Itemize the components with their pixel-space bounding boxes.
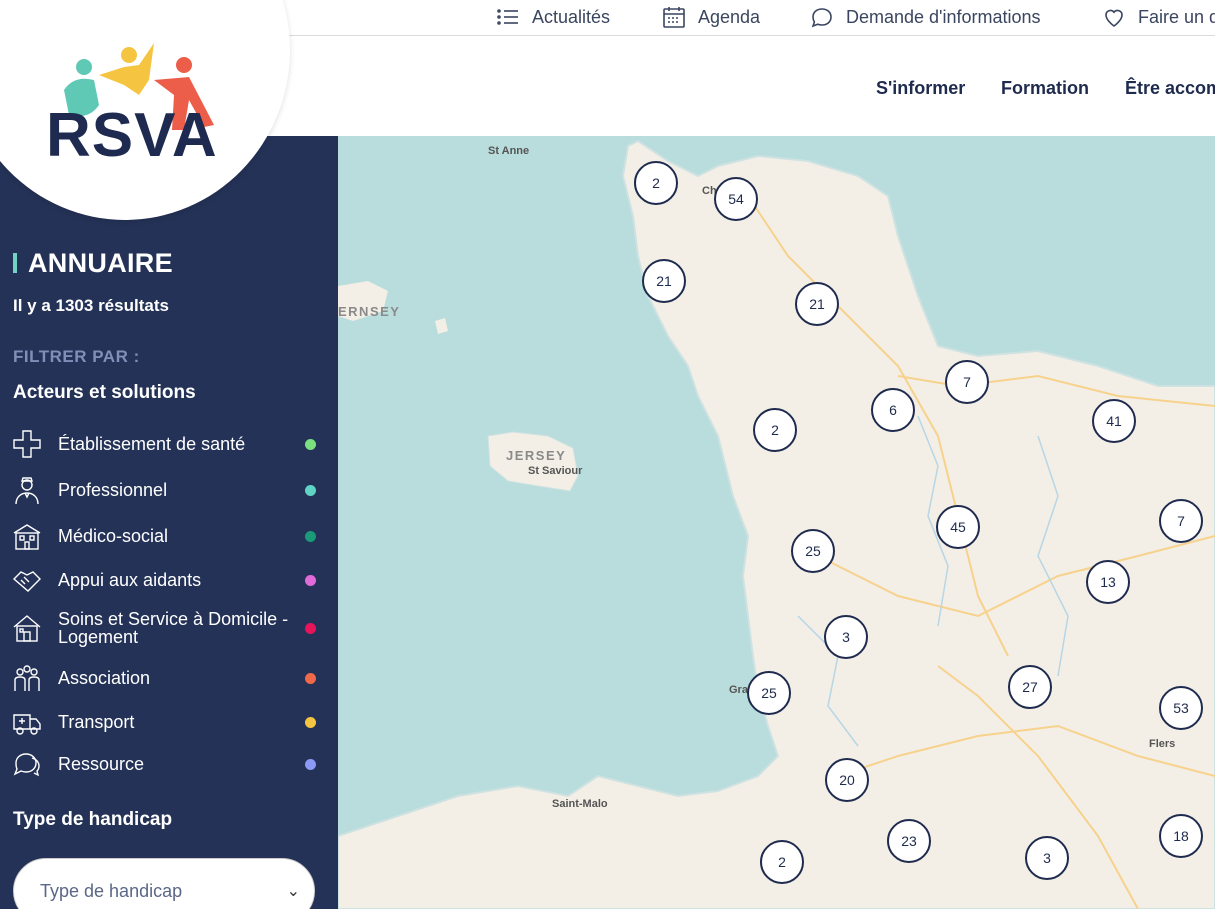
place-label: Saint-Malo bbox=[552, 798, 608, 810]
top-link-actualites[interactable]: Actualités bbox=[496, 5, 610, 29]
place-label: St Saviour bbox=[528, 465, 583, 477]
place-label: Flers bbox=[1149, 738, 1176, 750]
category-color-dot bbox=[305, 574, 316, 586]
map-cluster[interactable]: 3 bbox=[824, 615, 868, 659]
map-cluster[interactable]: 21 bbox=[642, 259, 686, 303]
map-cluster[interactable]: 3 bbox=[1025, 836, 1069, 880]
category-medico-social[interactable]: Médico-social bbox=[10, 519, 328, 553]
place-label: Gra bbox=[729, 684, 748, 696]
categories-title: Acteurs et solutions bbox=[13, 382, 196, 403]
category-label: Appui aux aidants bbox=[58, 570, 202, 590]
building-icon bbox=[10, 519, 44, 553]
page: Actualités Agenda Demande d'informations… bbox=[0, 0, 1215, 909]
map-cluster[interactable]: 54 bbox=[714, 177, 758, 221]
map-background bbox=[338, 139, 1215, 909]
nav-etre-accompagne[interactable]: Être accom bbox=[1125, 78, 1215, 99]
results-count: Il y a 1303 résultats bbox=[13, 296, 169, 315]
map-cluster[interactable]: 45 bbox=[936, 505, 980, 549]
map[interactable]: St Anne ERNSEY JERSEY St Saviour Saint-M… bbox=[338, 136, 1215, 909]
category-etablissement-sante[interactable]: Établissement de santé bbox=[10, 427, 328, 461]
people-icon bbox=[10, 661, 44, 695]
category-association[interactable]: Association bbox=[10, 661, 328, 695]
handicap-title: Type de handicap bbox=[13, 809, 173, 830]
calendar-icon bbox=[663, 7, 685, 28]
map-cluster[interactable]: 2 bbox=[753, 408, 797, 452]
map-cluster[interactable]: 6 bbox=[871, 388, 915, 432]
top-link-don[interactable]: Faire un d bbox=[1102, 5, 1215, 29]
top-link-label: Demande d'informations bbox=[846, 6, 1041, 27]
map-cluster[interactable]: 41 bbox=[1092, 399, 1136, 443]
logo-text: RSVA bbox=[46, 101, 218, 170]
nav-formation[interactable]: Formation bbox=[1001, 78, 1089, 99]
map-cluster[interactable]: 7 bbox=[945, 360, 989, 404]
filter-label: FILTRER PAR : bbox=[13, 347, 140, 366]
map-cluster[interactable]: 27 bbox=[1008, 665, 1052, 709]
handshake-icon bbox=[10, 563, 44, 597]
category-label: Médico-social bbox=[58, 526, 169, 546]
category-label: Soins et Service à Domicile - Logement bbox=[58, 609, 289, 647]
map-cluster[interactable]: 2 bbox=[634, 161, 678, 205]
category-professionnel[interactable]: Professionnel bbox=[10, 473, 328, 507]
category-color-dot bbox=[305, 484, 316, 496]
category-label: Établissement de santé bbox=[58, 434, 246, 454]
map-cluster[interactable]: 18 bbox=[1159, 814, 1203, 858]
category-label: Professionnel bbox=[58, 480, 168, 500]
map-cluster[interactable]: 21 bbox=[795, 282, 839, 326]
top-link-label: Actualités bbox=[532, 6, 611, 27]
chat-icon bbox=[811, 8, 832, 28]
map-cluster[interactable]: 53 bbox=[1159, 686, 1203, 730]
map-cluster[interactable]: 13 bbox=[1086, 560, 1130, 604]
health-cross-icon bbox=[10, 427, 44, 461]
category-color-dot bbox=[305, 438, 316, 450]
top-link-demande[interactable]: Demande d'informations bbox=[810, 5, 1041, 29]
sidebar: ANNUAIRE Il y a 1303 résultats FILTRER P… bbox=[0, 136, 338, 909]
speech-bubbles-icon bbox=[10, 747, 44, 781]
map-cluster[interactable]: 7 bbox=[1159, 499, 1203, 543]
nav-sinformer[interactable]: S'informer bbox=[876, 78, 965, 99]
list-icon bbox=[497, 9, 518, 25]
map-cluster[interactable]: 20 bbox=[825, 758, 869, 802]
title-accent-bar bbox=[13, 253, 17, 273]
category-color-dot bbox=[305, 716, 316, 728]
handicap-select[interactable]: Type de handicap ⌄ bbox=[13, 858, 315, 909]
handicap-select-value: Type de handicap bbox=[40, 880, 183, 901]
chevron-down-icon: ⌄ bbox=[286, 883, 300, 900]
nurse-icon bbox=[10, 473, 44, 507]
heart-icon bbox=[1105, 9, 1123, 27]
category-soins-domicile[interactable]: Soins et Service à Domicile - Logement bbox=[10, 610, 328, 646]
category-color-dot bbox=[305, 758, 316, 770]
sidebar-title: ANNUAIRE bbox=[28, 248, 173, 278]
category-transport[interactable]: Transport bbox=[10, 705, 328, 739]
map-cluster[interactable]: 2 bbox=[760, 840, 804, 884]
ambulance-icon bbox=[10, 705, 44, 739]
category-color-dot bbox=[305, 622, 316, 634]
top-link-label: Agenda bbox=[698, 6, 761, 27]
category-ressource[interactable]: Ressource bbox=[10, 747, 328, 781]
place-label: ERNSEY bbox=[338, 304, 401, 319]
category-appui-aidants[interactable]: Appui aux aidants bbox=[10, 563, 328, 597]
place-label: St Anne bbox=[488, 145, 530, 157]
map-cluster[interactable]: 25 bbox=[791, 529, 835, 573]
category-color-dot bbox=[305, 530, 316, 542]
top-link-label: Faire un d bbox=[1138, 6, 1215, 27]
category-label: Transport bbox=[58, 712, 135, 732]
category-label: Ressource bbox=[58, 754, 145, 774]
category-label: Association bbox=[58, 668, 151, 688]
house-icon bbox=[10, 611, 44, 645]
map-cluster[interactable]: 25 bbox=[747, 671, 791, 715]
top-link-agenda[interactable]: Agenda bbox=[662, 5, 760, 29]
category-color-dot bbox=[305, 672, 316, 684]
map-cluster[interactable]: 23 bbox=[887, 819, 931, 863]
place-label: JERSEY bbox=[506, 448, 567, 463]
